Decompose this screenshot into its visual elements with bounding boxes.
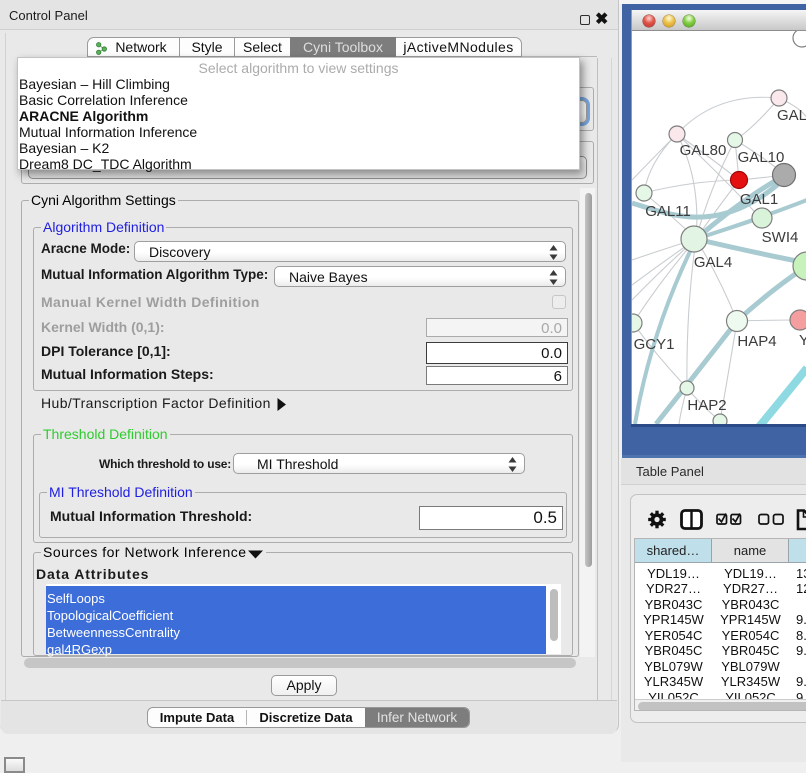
- svg-text:GAL10: GAL10: [738, 149, 785, 166]
- svg-text:SWI4: SWI4: [762, 229, 799, 246]
- svg-text:GCY1: GCY1: [634, 336, 675, 353]
- svg-text:GAL4: GAL4: [694, 254, 732, 271]
- svg-text:HAP4: HAP4: [737, 333, 776, 350]
- svg-text:HAP2: HAP2: [687, 397, 726, 414]
- svg-text:GAL: GAL: [777, 107, 806, 124]
- svg-text:GAL1: GAL1: [740, 191, 778, 208]
- svg-text:GAL80: GAL80: [680, 142, 727, 159]
- svg-text:Y: Y: [799, 332, 806, 349]
- svg-text:GAL11: GAL11: [645, 203, 691, 220]
